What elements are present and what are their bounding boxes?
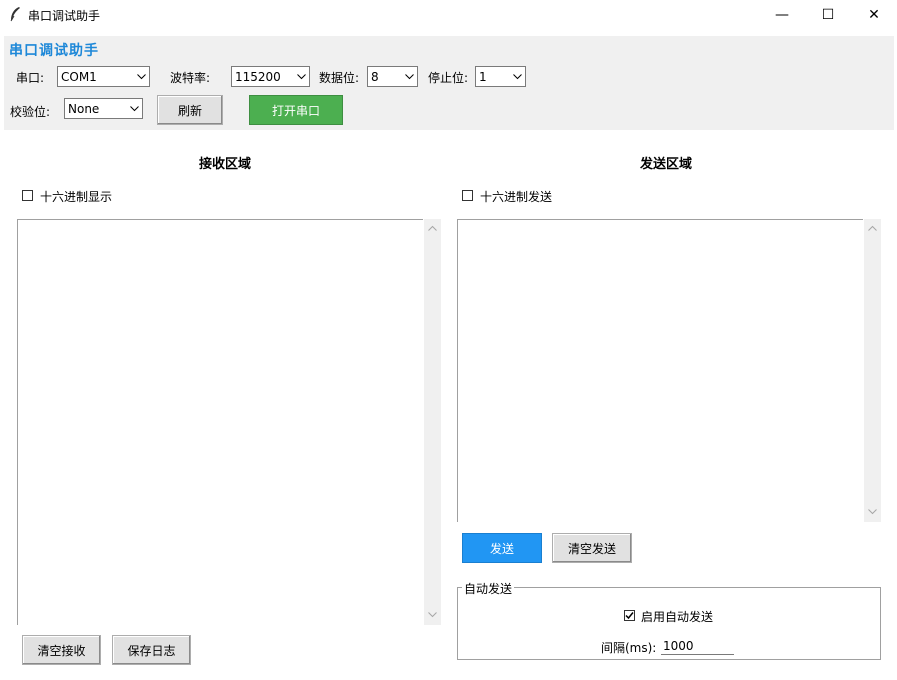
scroll-down-icon[interactable] bbox=[868, 507, 877, 518]
chevron-down-icon bbox=[293, 67, 309, 86]
receive-scrollbar[interactable] bbox=[424, 219, 441, 625]
minimize-button[interactable]: — bbox=[759, 0, 805, 30]
baud-select[interactable]: 115200 bbox=[231, 66, 310, 87]
chevron-down-icon bbox=[401, 67, 417, 86]
scroll-up-icon[interactable] bbox=[428, 223, 437, 234]
parity-select[interactable]: None bbox=[64, 98, 143, 119]
save-log-button[interactable]: 保存日志 bbox=[112, 635, 191, 665]
auto-send-legend: 自动发送 bbox=[462, 580, 515, 597]
stopbits-value: 1 bbox=[479, 69, 487, 84]
refresh-button[interactable]: 刷新 bbox=[157, 95, 223, 125]
close-button[interactable]: ✕ bbox=[851, 0, 897, 30]
chevron-down-icon bbox=[126, 99, 142, 118]
hex-display-checkbox[interactable] bbox=[22, 190, 33, 201]
hex-send-checkbox[interactable] bbox=[462, 190, 473, 201]
open-port-button[interactable]: 打开串口 bbox=[249, 95, 343, 125]
receive-textarea[interactable] bbox=[17, 219, 423, 625]
baud-label: 波特率: bbox=[170, 71, 211, 85]
send-title: 发送区域 bbox=[640, 157, 693, 172]
hex-send-label: 十六进制发送 bbox=[480, 190, 553, 204]
stopbits-label: 停止位: bbox=[428, 71, 469, 85]
hex-display-label: 十六进制显示 bbox=[40, 190, 113, 204]
parity-value: None bbox=[68, 101, 100, 116]
feather-icon bbox=[8, 6, 22, 22]
auto-send-checkbox[interactable] bbox=[624, 610, 635, 621]
port-value: COM1 bbox=[61, 69, 97, 84]
chevron-down-icon bbox=[133, 67, 149, 86]
chevron-down-icon bbox=[509, 67, 525, 86]
stopbits-select[interactable]: 1 bbox=[475, 66, 526, 87]
clear-send-button[interactable]: 清空发送 bbox=[552, 533, 632, 563]
receive-title: 接收区域 bbox=[199, 157, 252, 172]
port-select[interactable]: COM1 bbox=[57, 66, 150, 87]
scroll-up-icon[interactable] bbox=[868, 223, 877, 234]
send-button[interactable]: 发送 bbox=[462, 533, 542, 563]
clear-receive-button[interactable]: 清空接收 bbox=[22, 635, 101, 665]
interval-label: 间隔(ms): bbox=[601, 641, 657, 655]
interval-input[interactable]: 1000 bbox=[661, 638, 734, 655]
send-scrollbar[interactable] bbox=[864, 219, 881, 522]
port-label: 串口: bbox=[16, 71, 45, 85]
databits-select[interactable]: 8 bbox=[367, 66, 418, 87]
app-header: 串口调试助手 bbox=[9, 43, 99, 59]
databits-label: 数据位: bbox=[319, 71, 360, 85]
baud-value: 115200 bbox=[235, 69, 281, 84]
parity-label: 校验位: bbox=[10, 105, 51, 119]
databits-value: 8 bbox=[371, 69, 379, 84]
scroll-down-icon[interactable] bbox=[428, 610, 437, 621]
send-textarea[interactable] bbox=[457, 219, 863, 522]
auto-send-label: 启用自动发送 bbox=[641, 610, 714, 624]
window-title: 串口调试助手 bbox=[28, 9, 101, 23]
maximize-button[interactable]: ☐ bbox=[805, 0, 851, 30]
